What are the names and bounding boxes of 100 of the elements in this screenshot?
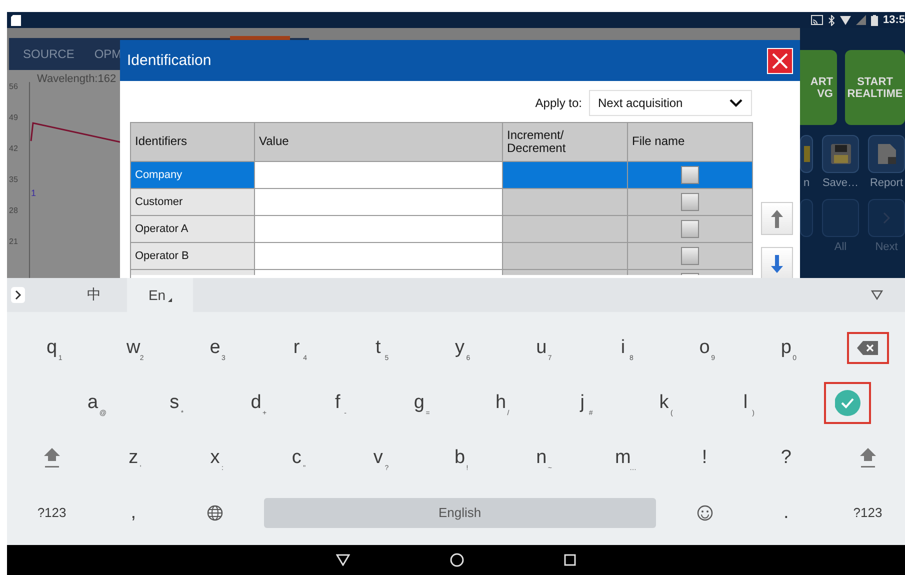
cast-icon — [810, 15, 823, 25]
file-name-checkbox[interactable] — [681, 193, 699, 211]
close-button[interactable] — [767, 48, 793, 74]
corner-mark-icon — [168, 298, 172, 302]
shift-key[interactable] — [42, 446, 61, 468]
tool-tile[interactable] — [800, 199, 813, 237]
value-input[interactable] — [255, 189, 503, 216]
column-header: Increment/ Decrement — [503, 123, 628, 162]
signal-icon — [856, 15, 866, 25]
language-tab[interactable]: En — [127, 278, 193, 312]
emoji-icon[interactable] — [696, 504, 713, 520]
tool-label: All — [834, 241, 847, 253]
key[interactable]: k — [659, 392, 669, 414]
key[interactable]: ?123 — [853, 505, 882, 520]
save-icon[interactable] — [822, 135, 859, 173]
apply-to-label: Apply to: — [535, 96, 582, 110]
file-name-checkbox[interactable] — [681, 247, 699, 265]
key[interactable]: j — [580, 392, 584, 414]
key[interactable]: v — [373, 446, 383, 468]
key[interactable]: h — [495, 392, 506, 414]
value-input[interactable] — [255, 216, 503, 243]
up-arrow-icon — [771, 210, 783, 228]
active-tab-strip — [230, 36, 290, 40]
key[interactable]: u — [536, 336, 547, 358]
space-bar[interactable]: English — [264, 498, 656, 528]
identifier-cell[interactable]: Customer — [131, 189, 255, 216]
home-icon[interactable] — [450, 553, 464, 567]
identifier-cell[interactable]: Operator A — [131, 216, 255, 243]
key[interactable]: m — [615, 446, 631, 468]
identifier-cell[interactable]: Company — [131, 162, 255, 189]
file-name-checkbox[interactable] — [681, 166, 699, 184]
clock-time: 13:5 — [882, 14, 905, 26]
start-button[interactable]: ART VG — [800, 50, 837, 125]
key[interactable]: l — [743, 392, 748, 414]
battery-icon — [870, 14, 878, 26]
axis-label: 42 — [8, 144, 19, 155]
axis-label: 28 — [8, 206, 19, 217]
key[interactable]: r — [293, 336, 300, 358]
down-arrow-icon — [771, 254, 783, 272]
tool-label: Save… — [822, 177, 859, 189]
close-icon — [771, 52, 789, 70]
file-name-checkbox[interactable] — [681, 220, 699, 238]
key[interactable]: f — [334, 392, 340, 414]
bluetooth-icon — [828, 14, 835, 26]
key[interactable]: , — [130, 502, 136, 524]
identifier-cell[interactable]: Operator B — [131, 243, 255, 270]
globe-icon[interactable] — [206, 504, 223, 520]
move-up-button[interactable] — [761, 202, 793, 235]
chevron-icon[interactable] — [11, 287, 25, 303]
key[interactable]: p — [780, 336, 792, 358]
app-tab[interactable]: SOURCE — [23, 47, 74, 61]
key[interactable]: a — [88, 392, 98, 414]
value-input[interactable] — [255, 162, 503, 189]
axis-label: 56 — [8, 82, 19, 93]
key[interactable]: ?123 — [37, 505, 66, 520]
key[interactable]: z — [128, 446, 138, 468]
apply-to-dropdown[interactable]: Next acquisition — [589, 90, 752, 116]
backspace-key[interactable] — [846, 332, 889, 364]
key[interactable]: s — [170, 392, 180, 414]
language-tab[interactable]: 中 — [61, 278, 127, 312]
key[interactable]: b — [454, 446, 466, 468]
key[interactable]: . — [784, 502, 789, 524]
tool-tile[interactable] — [822, 199, 859, 237]
key[interactable]: g — [414, 392, 424, 414]
event-marker: 1 — [31, 188, 36, 198]
tool-label: Report — [870, 177, 904, 189]
column-header: Identifiers — [131, 123, 255, 162]
enter-key[interactable] — [824, 382, 872, 424]
key[interactable]: d — [250, 392, 262, 414]
move-down-button[interactable] — [761, 247, 793, 278]
key[interactable]: ! — [702, 446, 708, 468]
key[interactable]: e — [210, 336, 220, 358]
dialog-title: Identification — [127, 52, 212, 69]
key[interactable]: q — [46, 336, 58, 358]
axis-label: 49 — [8, 113, 19, 124]
key[interactable]: c — [292, 446, 302, 468]
key[interactable]: o — [699, 336, 710, 358]
key[interactable]: w — [126, 336, 140, 358]
column-header: File name — [628, 123, 753, 162]
column-header: Value — [255, 123, 503, 162]
shift-key[interactable] — [858, 446, 877, 468]
tool-label: Next — [875, 241, 898, 253]
tool-label: n — [803, 177, 810, 189]
recents-icon[interactable] — [564, 554, 576, 566]
report-icon[interactable] — [868, 135, 905, 173]
chevron-down-icon — [729, 98, 743, 108]
wavelength-label: Wavelength:162 — [37, 73, 116, 85]
key[interactable]: i — [620, 336, 626, 358]
key[interactable]: x — [210, 446, 220, 468]
collapse-icon[interactable] — [871, 290, 883, 300]
back-icon[interactable] — [336, 554, 350, 566]
key[interactable]: ? — [780, 446, 792, 468]
axis-label: 21 — [8, 237, 19, 248]
start-button[interactable]: START REALTIME — [845, 50, 905, 125]
key[interactable]: n — [536, 446, 547, 468]
axis-label: 35 — [8, 175, 19, 186]
sd-card-icon — [11, 14, 21, 26]
key[interactable]: y — [455, 336, 465, 358]
value-input[interactable] — [255, 243, 503, 270]
key[interactable]: t — [376, 336, 381, 358]
